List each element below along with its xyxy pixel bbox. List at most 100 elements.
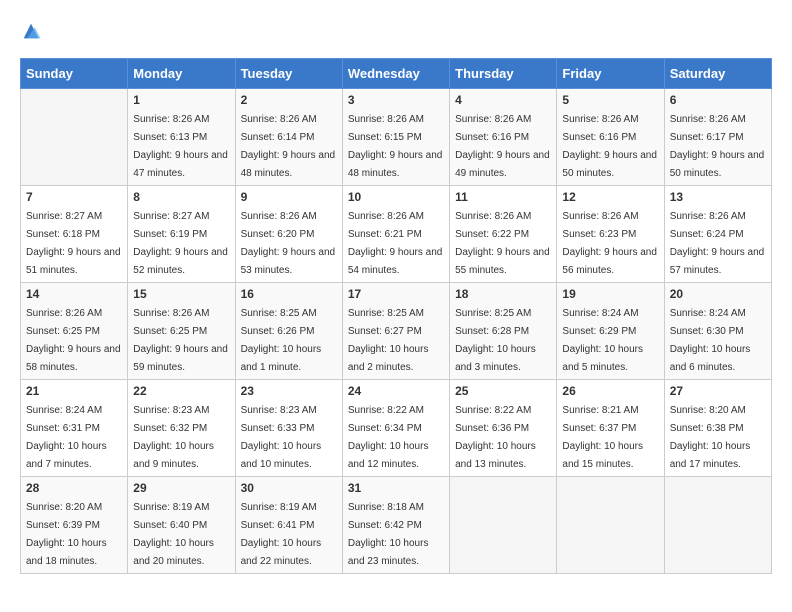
calendar-cell: 12 Sunrise: 8:26 AM Sunset: 6:23 PM Dayl… xyxy=(557,186,664,283)
day-header-friday: Friday xyxy=(557,59,664,89)
calendar-table: SundayMondayTuesdayWednesdayThursdayFrid… xyxy=(20,58,772,574)
calendar-cell: 26 Sunrise: 8:21 AM Sunset: 6:37 PM Dayl… xyxy=(557,380,664,477)
day-daylight: Daylight: 9 hours and 47 minutes. xyxy=(133,150,228,179)
day-number: 11 xyxy=(455,190,551,204)
day-daylight: Daylight: 10 hours and 20 minutes. xyxy=(133,538,214,567)
calendar-cell: 15 Sunrise: 8:26 AM Sunset: 6:25 PM Dayl… xyxy=(128,283,235,380)
day-sunrise: Sunrise: 8:25 AM xyxy=(348,308,424,319)
day-header-saturday: Saturday xyxy=(664,59,771,89)
day-daylight: Daylight: 9 hours and 50 minutes. xyxy=(562,150,657,179)
day-daylight: Daylight: 10 hours and 9 minutes. xyxy=(133,441,214,470)
day-number: 28 xyxy=(26,481,122,495)
day-sunset: Sunset: 6:38 PM xyxy=(670,423,744,434)
day-number: 26 xyxy=(562,384,658,398)
day-daylight: Daylight: 9 hours and 53 minutes. xyxy=(241,247,336,276)
day-sunrise: Sunrise: 8:27 AM xyxy=(133,211,209,222)
calendar-cell: 5 Sunrise: 8:26 AM Sunset: 6:16 PM Dayli… xyxy=(557,89,664,186)
day-daylight: Daylight: 10 hours and 17 minutes. xyxy=(670,441,751,470)
day-sunset: Sunset: 6:41 PM xyxy=(241,520,315,531)
day-sunset: Sunset: 6:20 PM xyxy=(241,229,315,240)
calendar-cell xyxy=(557,477,664,574)
day-sunset: Sunset: 6:25 PM xyxy=(26,326,100,337)
day-sunset: Sunset: 6:42 PM xyxy=(348,520,422,531)
day-daylight: Daylight: 9 hours and 58 minutes. xyxy=(26,344,121,373)
calendar-cell: 21 Sunrise: 8:24 AM Sunset: 6:31 PM Dayl… xyxy=(21,380,128,477)
day-sunset: Sunset: 6:21 PM xyxy=(348,229,422,240)
day-number: 29 xyxy=(133,481,229,495)
calendar-cell: 2 Sunrise: 8:26 AM Sunset: 6:14 PM Dayli… xyxy=(235,89,342,186)
day-sunset: Sunset: 6:33 PM xyxy=(241,423,315,434)
calendar-cell: 19 Sunrise: 8:24 AM Sunset: 6:29 PM Dayl… xyxy=(557,283,664,380)
calendar-cell xyxy=(664,477,771,574)
day-sunrise: Sunrise: 8:24 AM xyxy=(26,405,102,416)
day-sunset: Sunset: 6:37 PM xyxy=(562,423,636,434)
day-daylight: Daylight: 10 hours and 7 minutes. xyxy=(26,441,107,470)
day-daylight: Daylight: 10 hours and 5 minutes. xyxy=(562,344,643,373)
day-sunrise: Sunrise: 8:26 AM xyxy=(133,308,209,319)
day-sunset: Sunset: 6:34 PM xyxy=(348,423,422,434)
day-number: 27 xyxy=(670,384,766,398)
day-daylight: Daylight: 10 hours and 22 minutes. xyxy=(241,538,322,567)
calendar-cell xyxy=(450,477,557,574)
day-sunset: Sunset: 6:13 PM xyxy=(133,132,207,143)
calendar-week-row: 14 Sunrise: 8:26 AM Sunset: 6:25 PM Dayl… xyxy=(21,283,772,380)
calendar-cell: 29 Sunrise: 8:19 AM Sunset: 6:40 PM Dayl… xyxy=(128,477,235,574)
day-daylight: Daylight: 9 hours and 49 minutes. xyxy=(455,150,550,179)
calendar-body: 1 Sunrise: 8:26 AM Sunset: 6:13 PM Dayli… xyxy=(21,89,772,574)
calendar-cell: 20 Sunrise: 8:24 AM Sunset: 6:30 PM Dayl… xyxy=(664,283,771,380)
day-sunset: Sunset: 6:30 PM xyxy=(670,326,744,337)
day-sunset: Sunset: 6:28 PM xyxy=(455,326,529,337)
day-number: 2 xyxy=(241,93,337,107)
day-sunrise: Sunrise: 8:26 AM xyxy=(348,114,424,125)
day-sunrise: Sunrise: 8:26 AM xyxy=(241,114,317,125)
day-sunrise: Sunrise: 8:26 AM xyxy=(562,114,638,125)
day-sunrise: Sunrise: 8:21 AM xyxy=(562,405,638,416)
calendar-cell: 17 Sunrise: 8:25 AM Sunset: 6:27 PM Dayl… xyxy=(342,283,449,380)
day-sunrise: Sunrise: 8:25 AM xyxy=(455,308,531,319)
day-number: 22 xyxy=(133,384,229,398)
day-sunset: Sunset: 6:29 PM xyxy=(562,326,636,337)
day-sunset: Sunset: 6:16 PM xyxy=(455,132,529,143)
day-sunrise: Sunrise: 8:26 AM xyxy=(562,211,638,222)
calendar-cell: 31 Sunrise: 8:18 AM Sunset: 6:42 PM Dayl… xyxy=(342,477,449,574)
day-daylight: Daylight: 10 hours and 18 minutes. xyxy=(26,538,107,567)
day-daylight: Daylight: 10 hours and 10 minutes. xyxy=(241,441,322,470)
day-sunset: Sunset: 6:26 PM xyxy=(241,326,315,337)
day-number: 30 xyxy=(241,481,337,495)
day-daylight: Daylight: 10 hours and 13 minutes. xyxy=(455,441,536,470)
day-number: 21 xyxy=(26,384,122,398)
day-daylight: Daylight: 10 hours and 3 minutes. xyxy=(455,344,536,373)
day-sunset: Sunset: 6:14 PM xyxy=(241,132,315,143)
day-number: 24 xyxy=(348,384,444,398)
day-sunrise: Sunrise: 8:23 AM xyxy=(241,405,317,416)
calendar-cell: 11 Sunrise: 8:26 AM Sunset: 6:22 PM Dayl… xyxy=(450,186,557,283)
calendar-cell: 16 Sunrise: 8:25 AM Sunset: 6:26 PM Dayl… xyxy=(235,283,342,380)
day-number: 6 xyxy=(670,93,766,107)
day-sunset: Sunset: 6:25 PM xyxy=(133,326,207,337)
calendar-cell: 14 Sunrise: 8:26 AM Sunset: 6:25 PM Dayl… xyxy=(21,283,128,380)
day-daylight: Daylight: 9 hours and 50 minutes. xyxy=(670,150,765,179)
day-sunrise: Sunrise: 8:20 AM xyxy=(670,405,746,416)
day-number: 7 xyxy=(26,190,122,204)
day-daylight: Daylight: 9 hours and 57 minutes. xyxy=(670,247,765,276)
day-sunrise: Sunrise: 8:22 AM xyxy=(348,405,424,416)
calendar-cell: 1 Sunrise: 8:26 AM Sunset: 6:13 PM Dayli… xyxy=(128,89,235,186)
day-daylight: Daylight: 9 hours and 54 minutes. xyxy=(348,247,443,276)
day-number: 19 xyxy=(562,287,658,301)
day-sunset: Sunset: 6:32 PM xyxy=(133,423,207,434)
day-sunrise: Sunrise: 8:19 AM xyxy=(133,502,209,513)
calendar-cell xyxy=(21,89,128,186)
calendar-cell: 4 Sunrise: 8:26 AM Sunset: 6:16 PM Dayli… xyxy=(450,89,557,186)
calendar-week-row: 1 Sunrise: 8:26 AM Sunset: 6:13 PM Dayli… xyxy=(21,89,772,186)
day-header-thursday: Thursday xyxy=(450,59,557,89)
day-sunset: Sunset: 6:39 PM xyxy=(26,520,100,531)
day-header-monday: Monday xyxy=(128,59,235,89)
day-header-wednesday: Wednesday xyxy=(342,59,449,89)
day-sunrise: Sunrise: 8:18 AM xyxy=(348,502,424,513)
day-header-tuesday: Tuesday xyxy=(235,59,342,89)
day-number: 14 xyxy=(26,287,122,301)
calendar-cell: 22 Sunrise: 8:23 AM Sunset: 6:32 PM Dayl… xyxy=(128,380,235,477)
day-sunset: Sunset: 6:27 PM xyxy=(348,326,422,337)
day-number: 10 xyxy=(348,190,444,204)
day-sunrise: Sunrise: 8:26 AM xyxy=(670,211,746,222)
